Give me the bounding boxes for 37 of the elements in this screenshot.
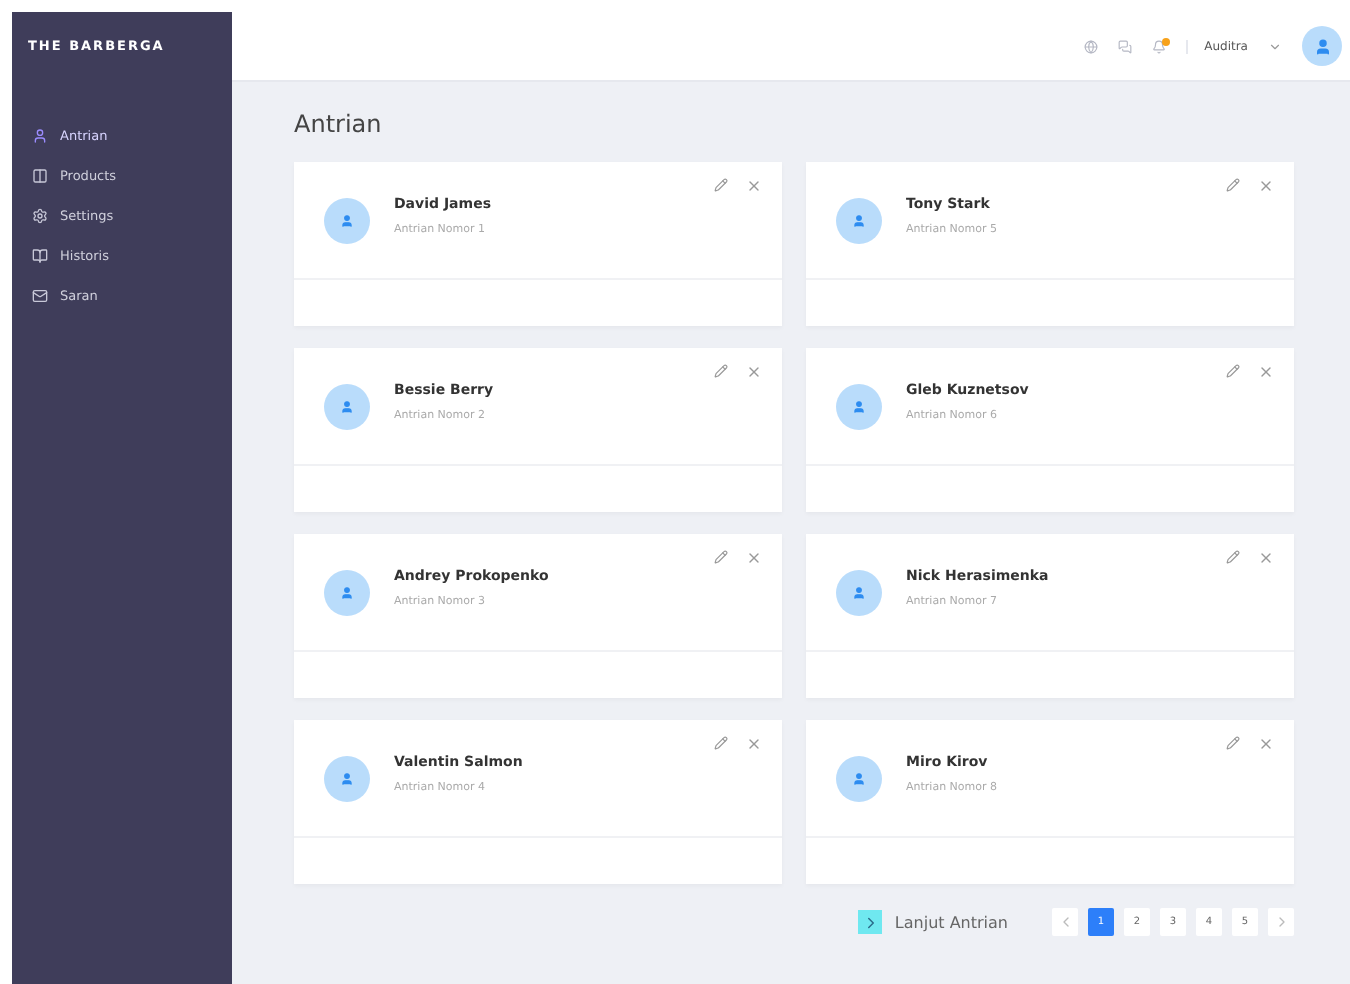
- edit-icon[interactable]: [714, 178, 728, 192]
- edit-icon[interactable]: [714, 364, 728, 378]
- avatar: [836, 383, 882, 429]
- globe-icon[interactable]: [1084, 39, 1099, 53]
- edit-icon[interactable]: [1226, 736, 1240, 750]
- edit-icon[interactable]: [1226, 178, 1240, 192]
- avatar: [836, 569, 882, 615]
- columns-icon: [32, 168, 48, 184]
- avatar: [324, 569, 370, 615]
- bell-icon[interactable]: [1152, 39, 1167, 53]
- edit-icon[interactable]: [1226, 364, 1240, 378]
- avatar: [324, 383, 370, 429]
- book-icon: [32, 248, 48, 264]
- page-title: Antrian: [294, 110, 384, 138]
- edit-icon[interactable]: [714, 550, 728, 564]
- chat-icon[interactable]: [1118, 39, 1133, 53]
- edit-icon[interactable]: [1226, 550, 1240, 564]
- edit-icon[interactable]: [714, 736, 728, 750]
- settings-icon: [32, 208, 48, 224]
- next-queue-button[interactable]: Lanjut Antrian: [858, 910, 1008, 934]
- avatar: [836, 197, 882, 243]
- close-icon[interactable]: [1258, 550, 1274, 566]
- close-icon[interactable]: [1258, 364, 1274, 380]
- mail-icon: [32, 288, 48, 304]
- chevron-right-icon: [858, 910, 883, 934]
- close-icon[interactable]: [1258, 178, 1274, 194]
- chevron-down-icon[interactable]: [1268, 39, 1282, 53]
- avatar: [324, 197, 370, 243]
- close-icon[interactable]: [746, 364, 762, 380]
- close-icon[interactable]: [1258, 736, 1274, 752]
- avatar: [836, 755, 882, 801]
- close-icon[interactable]: [746, 736, 762, 752]
- user-icon: [32, 128, 48, 144]
- close-icon[interactable]: [746, 550, 762, 566]
- avatar[interactable]: [1302, 26, 1342, 66]
- close-icon[interactable]: [746, 178, 762, 194]
- avatar: [324, 755, 370, 801]
